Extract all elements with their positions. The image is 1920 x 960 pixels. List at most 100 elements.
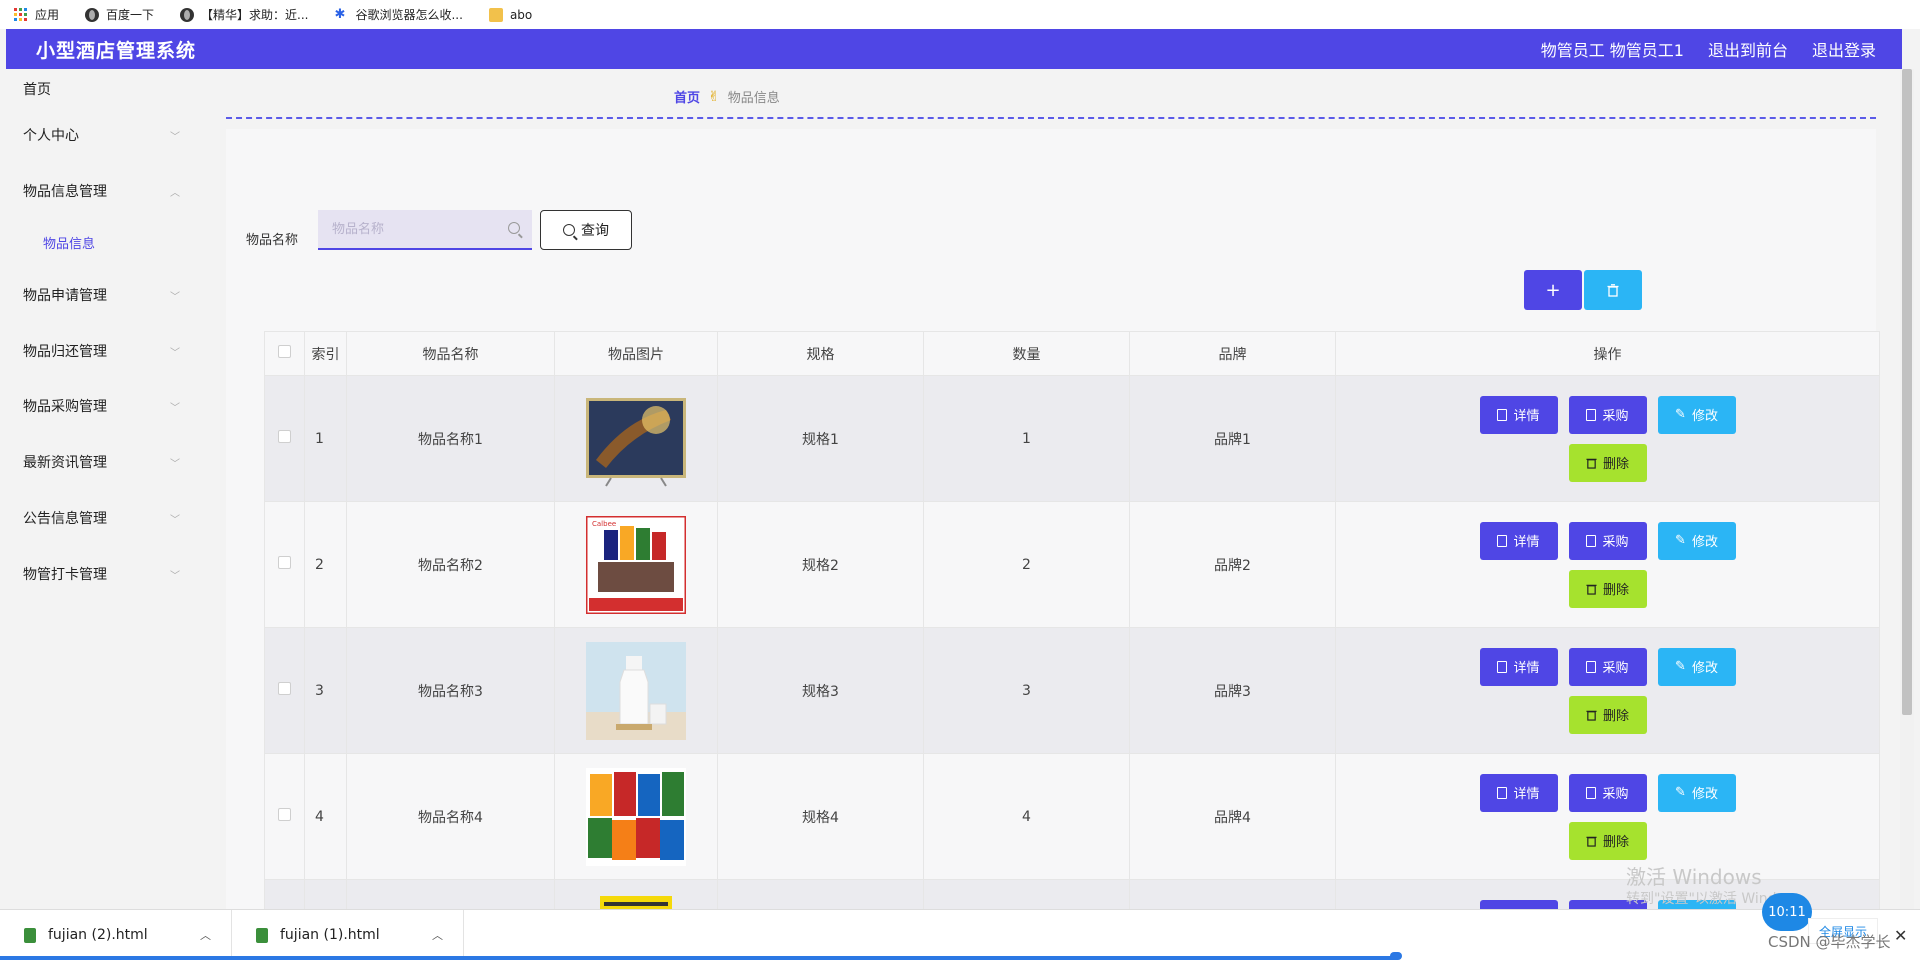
sidebar-item-label: 个人中心 xyxy=(23,128,79,144)
top-header: 小型酒店管理系统 物管员工 物管员工1 退出到前台 退出登录 xyxy=(6,29,1902,69)
delete-button[interactable]: 删除 xyxy=(1568,443,1647,482)
name-cell: 物品名称1 xyxy=(346,375,555,502)
purchase-label: 采购 xyxy=(1602,787,1629,802)
column-header: 规格 xyxy=(717,331,924,376)
progress-handle[interactable] xyxy=(1390,952,1402,960)
detail-button[interactable]: 详情 xyxy=(1479,521,1558,560)
batch-delete-button[interactable] xyxy=(1584,270,1642,310)
bookmark-label: 百度一下 xyxy=(106,8,155,22)
add-button[interactable]: + xyxy=(1524,270,1582,310)
sidebar-item-notice-mgmt[interactable]: 公告信息管理 ﹀ xyxy=(6,498,202,538)
select-all-checkbox[interactable] xyxy=(278,345,291,358)
sidebar-item-checkin-mgmt[interactable]: 物管打卡管理 ﹀ xyxy=(6,554,202,594)
bookmarks-bar: 应用 百度一下 【精华】求助：近... ✱ 谷歌浏览器怎么收... abo xyxy=(0,0,1920,29)
current-user[interactable]: 物管员工 物管员工1 xyxy=(1541,37,1684,61)
search-icon xyxy=(563,224,575,236)
column-header: 操作 xyxy=(1335,331,1880,376)
delete-button[interactable]: 删除 xyxy=(1568,821,1647,860)
table-row: 2 物品名称2 Calbee 规格2 2 品牌2 详情 采购 ✎ 修改 删除 xyxy=(264,501,1880,628)
detail-button[interactable]: 详情 xyxy=(1479,773,1558,812)
purchase-button[interactable]: 采购 xyxy=(1568,647,1647,686)
download-item[interactable]: fujian (2).html ︿ xyxy=(0,909,232,960)
breadcrumb-home[interactable]: 首页 xyxy=(674,87,700,106)
sidebar-item-label: 最新资讯管理 xyxy=(23,455,107,471)
index-cell: 3 xyxy=(304,627,347,754)
sidebar-item-item-info-mgmt[interactable]: 物品信息管理 ︿ xyxy=(6,171,202,211)
delete-button[interactable]: 删除 xyxy=(1568,569,1647,608)
column-header: 索引 xyxy=(304,331,347,376)
row-checkbox[interactable] xyxy=(278,682,291,695)
chevron-up-icon[interactable]: ︿ xyxy=(432,927,443,943)
detail-label: 详情 xyxy=(1513,409,1540,424)
brand-cell: 品牌4 xyxy=(1129,753,1336,880)
sidebar-item-label: 公告信息管理 xyxy=(23,511,107,527)
page-scrollbar[interactable] xyxy=(1900,69,1914,909)
bookmark-label: 谷歌浏览器怎么收... xyxy=(355,8,463,22)
sidebar-item-label: 物品采购管理 xyxy=(23,399,107,415)
chevron-up-icon[interactable]: ︿ xyxy=(200,927,211,943)
sidebar-item-item-purchase-mgmt[interactable]: 物品采购管理 ﹀ xyxy=(6,386,202,426)
edit-button[interactable]: ✎ 修改 xyxy=(1657,647,1736,686)
edit-button[interactable]: ✎ 修改 xyxy=(1657,521,1736,560)
bookmark-apps[interactable]: 应用 xyxy=(14,6,59,23)
clock-badge[interactable]: 10:11 xyxy=(1762,893,1812,931)
delete-label: 删除 xyxy=(1602,457,1629,472)
row-checkbox[interactable] xyxy=(278,808,291,821)
sidebar-item-label: 物管打卡管理 xyxy=(23,567,107,583)
edit-button[interactable]: ✎ 修改 xyxy=(1657,773,1736,812)
spec-cell: 规格3 xyxy=(717,627,924,754)
column-header: 数量 xyxy=(923,331,1130,376)
logout-link[interactable]: 退出登录 xyxy=(1812,37,1876,61)
scrollbar-thumb[interactable] xyxy=(1902,69,1912,715)
bookmark-abo[interactable]: abo xyxy=(488,7,532,22)
brand-cell: 品牌3 xyxy=(1129,627,1336,754)
purchase-button[interactable]: 采购 xyxy=(1568,395,1647,434)
document-icon xyxy=(1586,660,1597,673)
detail-button[interactable]: 详情 xyxy=(1479,395,1558,434)
html-file-icon xyxy=(256,927,268,943)
purchase-label: 采购 xyxy=(1602,535,1629,550)
pencil-icon: ✎ xyxy=(1675,533,1686,548)
exit-to-front-link[interactable]: 退出到前台 xyxy=(1708,37,1788,61)
delete-button[interactable]: 删除 xyxy=(1568,695,1647,734)
sidebar-item-news-mgmt[interactable]: 最新资讯管理 ﹀ xyxy=(6,442,202,482)
purchase-button[interactable]: 采购 xyxy=(1568,773,1647,812)
actions-cell: 详情 采购 ✎ 修改删除 xyxy=(1335,375,1880,502)
column-header: 物品名称 xyxy=(346,331,555,376)
bookmark-chrome[interactable]: ✱ 谷歌浏览器怎么收... xyxy=(334,6,462,23)
qty-cell: 4 xyxy=(923,753,1130,880)
row-checkbox[interactable] xyxy=(278,430,291,443)
close-icon[interactable]: ✕ xyxy=(1894,926,1907,945)
sidebar-item-personal-center[interactable]: 个人中心 ﹀ xyxy=(6,115,202,155)
bookmark-baidu[interactable]: 百度一下 xyxy=(85,6,154,23)
index-cell: 1 xyxy=(304,375,347,502)
name-cell: 物品名称3 xyxy=(346,627,555,754)
column-header: 物品图片 xyxy=(554,331,718,376)
sidebar-item-item-info[interactable]: 物品信息 xyxy=(6,222,202,262)
row-checkbox[interactable] xyxy=(278,556,291,569)
qty-cell: 1 xyxy=(923,375,1130,502)
download-filename: fujian (2).html xyxy=(48,927,148,943)
download-item[interactable]: fujian (1).html ︿ xyxy=(232,909,464,960)
csdn-watermark: CSDN @毕杰学长 xyxy=(1768,933,1891,951)
edit-button[interactable]: ✎ 修改 xyxy=(1657,395,1736,434)
pencil-icon: ✎ xyxy=(1675,407,1686,422)
detail-button[interactable]: 详情 xyxy=(1479,647,1558,686)
column-header: 品牌 xyxy=(1129,331,1336,376)
search-field[interactable] xyxy=(318,210,532,250)
sidebar-item-item-return-mgmt[interactable]: 物品归还管理 ﹀ xyxy=(6,331,202,371)
app-title: 小型酒店管理系统 xyxy=(36,39,197,62)
delete-label: 删除 xyxy=(1602,709,1629,724)
svg-text:Calbee: Calbee xyxy=(592,520,616,528)
purchase-label: 采购 xyxy=(1602,661,1629,676)
document-icon xyxy=(1586,534,1597,547)
chips-image xyxy=(555,767,717,866)
pencil-icon: ✎ xyxy=(1675,659,1686,674)
search-input[interactable] xyxy=(332,221,492,237)
purchase-button[interactable]: 采购 xyxy=(1568,521,1647,560)
sidebar-item-home[interactable]: 首页 xyxy=(6,69,202,109)
bookmark-help[interactable]: 【精华】求助：近... xyxy=(180,6,308,23)
sidebar-item-item-apply-mgmt[interactable]: 物品申请管理 ﹀ xyxy=(6,275,202,315)
query-button[interactable]: 查询 xyxy=(540,210,632,250)
qty-cell: 2 xyxy=(923,501,1130,628)
